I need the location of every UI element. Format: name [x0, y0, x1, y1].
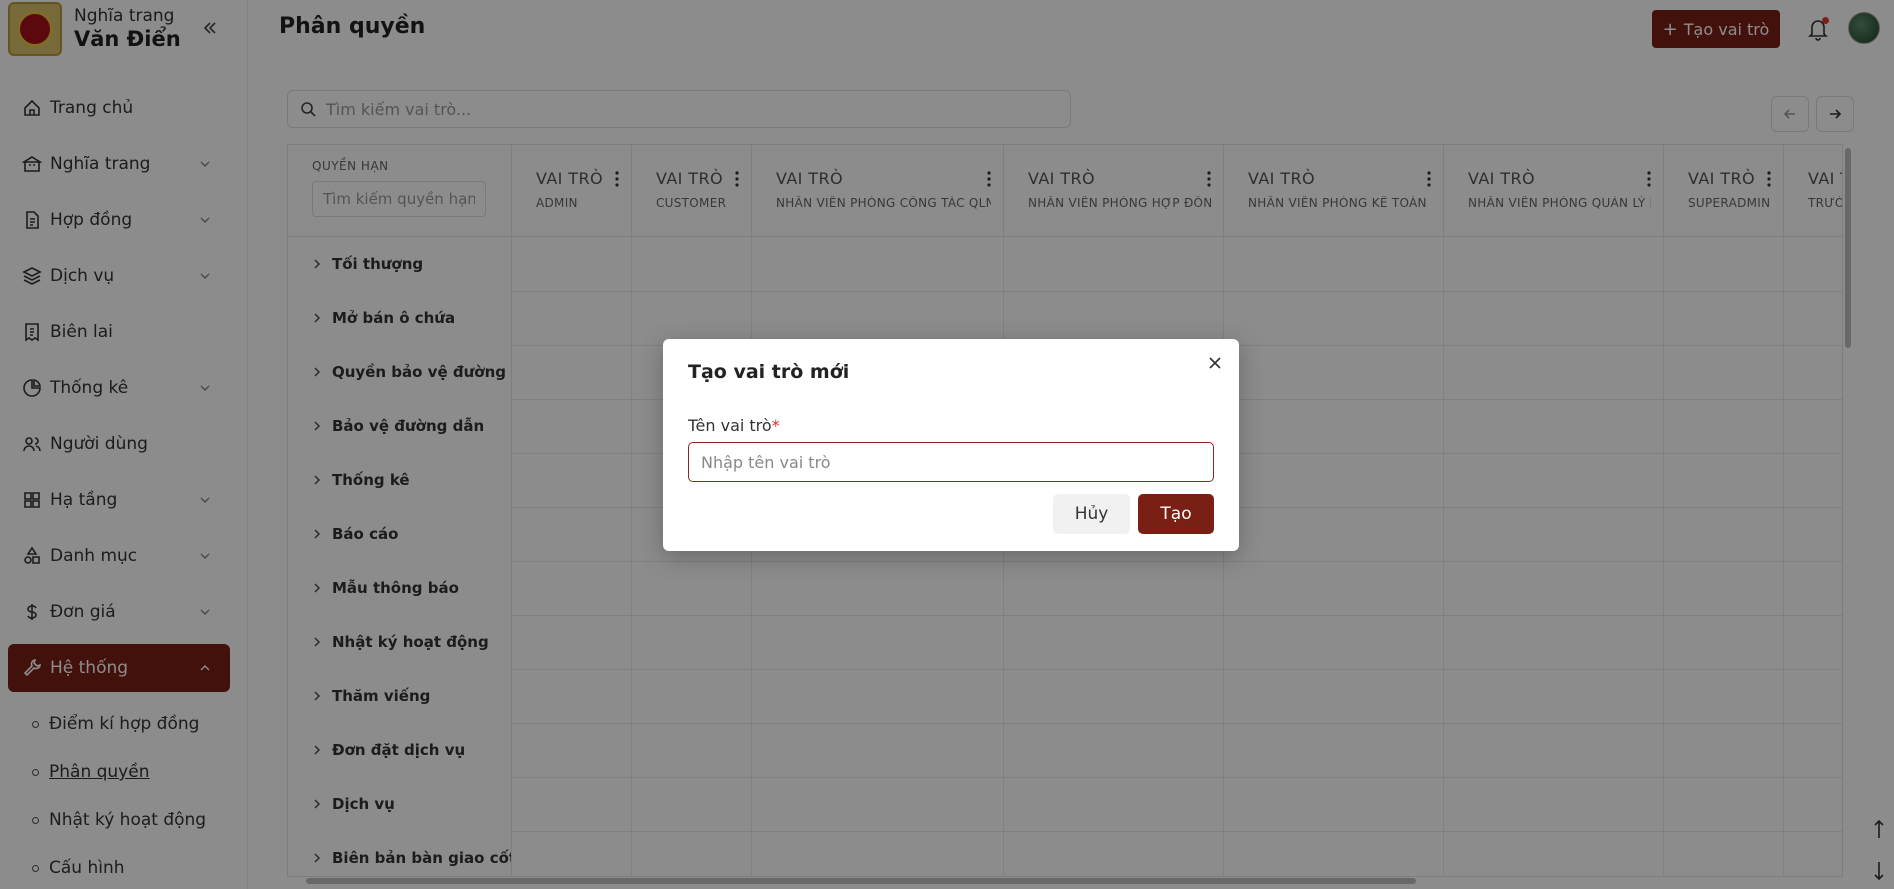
- role-name-label: Tên vai trò*: [688, 416, 780, 435]
- modal-close-button[interactable]: [1207, 355, 1223, 371]
- modal-title: Tạo vai trò mới: [688, 361, 850, 383]
- create-role-modal: Tạo vai trò mới Tên vai trò* Hủy Tạo: [663, 339, 1239, 551]
- required-mark: *: [771, 416, 780, 435]
- cancel-button[interactable]: Hủy: [1053, 494, 1130, 534]
- create-button[interactable]: Tạo: [1138, 494, 1214, 534]
- close-icon: [1209, 357, 1221, 369]
- role-name-label-text: Tên vai trò: [688, 416, 772, 435]
- role-name-input[interactable]: [688, 442, 1214, 482]
